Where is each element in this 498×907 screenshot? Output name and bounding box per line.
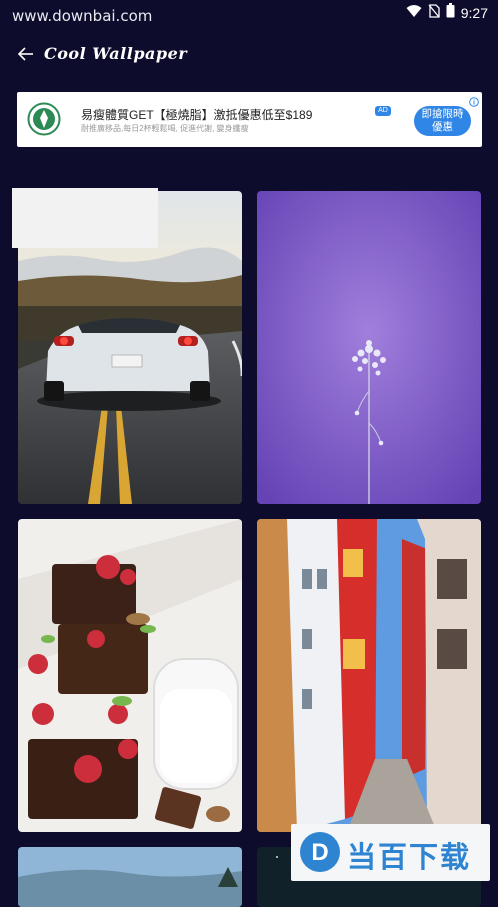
wallpaper-tile-dessert[interactable] [18, 519, 242, 832]
status-icons: 9:27 [406, 3, 488, 23]
brand-logo-icon [27, 102, 61, 136]
ad-banner[interactable]: 易瘦體質GET【極燒脂】激抵優惠低至$189 耐推廣移品,每日2杯輕鬆喝, 促進… [17, 92, 482, 147]
d-logo-icon: D [299, 831, 341, 878]
battery-icon [446, 3, 455, 23]
ad-title: 易瘦體質GET【極燒脂】激抵優惠低至$189 [81, 108, 313, 122]
app-bar: Cool Wallpaper [0, 34, 498, 74]
wifi-icon [406, 4, 422, 23]
site-watermark-logo: D 当百下载 [291, 824, 490, 881]
logo-letter: D [311, 839, 328, 866]
wallpaper-tile-street[interactable] [257, 519, 481, 832]
overlay-patch [12, 188, 158, 248]
ad-subtitle: 耐推廣移品,每日2杯輕鬆喝, 促進代謝, 變身纖瘦 [81, 124, 249, 133]
wallpaper-tile-flower[interactable] [257, 191, 481, 504]
watermark-text: 当百下载 [347, 842, 472, 874]
ad-cta-button[interactable]: 即搶限時優惠 [414, 106, 471, 136]
ad-info-icon[interactable] [469, 94, 479, 107]
wallpaper-tile-landscape[interactable] [18, 847, 242, 907]
status-time: 9:27 [460, 5, 488, 21]
arrow-left-icon [12, 47, 40, 72]
ad-badge: AD [375, 106, 391, 116]
back-button[interactable] [12, 40, 40, 68]
no-sim-icon [428, 3, 440, 23]
page-title: Cool Wallpaper [44, 44, 188, 63]
status-bar: www.downbai.com 9:27 [0, 0, 498, 30]
site-watermark: www.downbai.com [12, 7, 153, 25]
